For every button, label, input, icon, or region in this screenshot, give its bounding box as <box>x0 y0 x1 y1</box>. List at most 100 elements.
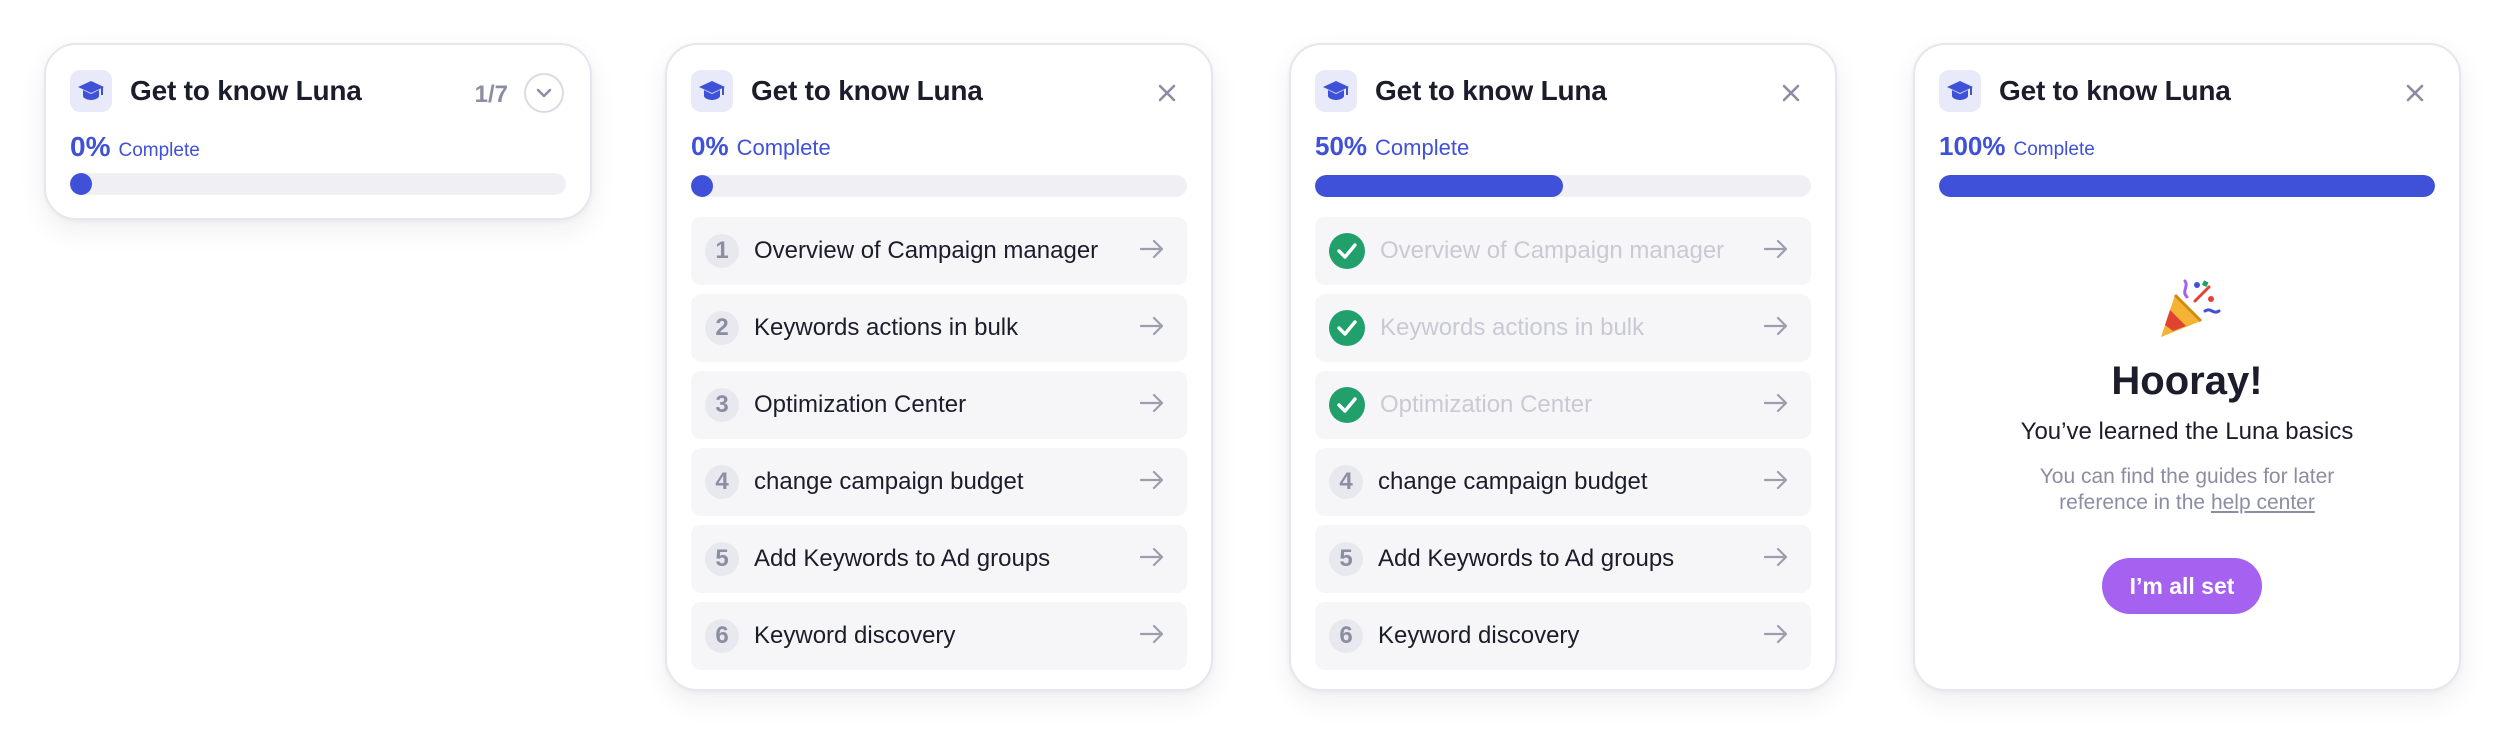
arrow-right-icon <box>1763 316 1789 341</box>
step-list: 1 Overview of Campaign manager 2 Keywords a… <box>691 217 1187 679</box>
help-center-link[interactable]: help center <box>2211 491 2315 514</box>
arrow-right-icon <box>1139 470 1165 495</box>
step-item[interactable]: 6 Keyword discovery <box>1315 602 1811 670</box>
progress-bar <box>70 173 566 195</box>
step-label: Keywords actions in bulk <box>754 314 1019 341</box>
progress-percent: 0% <box>70 131 111 162</box>
close-button[interactable] <box>1777 79 1805 107</box>
arrow-right-icon <box>1139 239 1165 264</box>
step-item[interactable]: 1 Overview of Campaign manager <box>691 217 1187 285</box>
close-icon <box>1782 84 1800 102</box>
widget-header: Get to know Luna <box>70 70 362 112</box>
step-item[interactable]: Overview of Campaign manager <box>1315 217 1811 285</box>
step-number: 6 <box>705 619 739 653</box>
graduation-cap-icon <box>1315 70 1357 112</box>
step-label: Keyword discovery <box>754 622 956 649</box>
progress-fill <box>70 173 92 195</box>
step-label: change campaign budget <box>754 468 1024 495</box>
celebration-hint: You can find the guides for later refere… <box>2007 464 2367 516</box>
progress-summary: 0% Complete <box>691 131 831 162</box>
graduation-cap-icon <box>70 70 112 112</box>
progress-complete-label: Complete <box>1375 135 1470 160</box>
celebration-subheading: You’ve learned the Luna basics <box>2020 418 2354 445</box>
step-label: Keywords actions in bulk <box>1380 314 1645 341</box>
step-number: 4 <box>1329 465 1363 499</box>
progress-complete-label: Complete <box>736 135 831 160</box>
step-number: 5 <box>705 542 739 576</box>
progress-bar <box>1315 175 1811 197</box>
progress-complete-label: Complete <box>2013 139 2095 160</box>
arrow-right-icon <box>1763 239 1789 264</box>
arrow-right-icon <box>1139 393 1165 418</box>
progress-complete-label: Complete <box>118 140 200 161</box>
step-item[interactable]: Keywords actions in bulk <box>1315 294 1811 362</box>
progress-fill <box>1939 175 2435 197</box>
expand-button[interactable] <box>524 73 564 113</box>
widget-title: Get to know Luna <box>751 75 983 106</box>
arrow-right-icon <box>1139 547 1165 572</box>
celebration-panel: Hooray! You’ve learned the Luna basics Y… <box>1915 273 2459 516</box>
close-icon <box>1158 84 1176 102</box>
arrow-right-icon <box>1763 624 1789 649</box>
graduation-cap-icon <box>1939 70 1981 112</box>
progress-percent: 100% <box>1939 131 2006 161</box>
arrow-right-icon <box>1139 624 1165 649</box>
arrow-right-icon <box>1763 393 1789 418</box>
step-number: 3 <box>705 388 739 422</box>
progress-summary: 100% Complete <box>1939 131 2095 162</box>
step-label: Add Keywords to Ad groups <box>754 545 1051 572</box>
step-item[interactable]: 6 Keyword discovery <box>691 602 1187 670</box>
widget-title: Get to know Luna <box>1375 75 1607 106</box>
step-item[interactable]: Optimization Center <box>1315 371 1811 439</box>
close-button[interactable] <box>1153 79 1181 107</box>
check-circle-icon <box>1329 233 1365 269</box>
progress-percent: 50% <box>1315 131 1368 161</box>
step-label: Optimization Center <box>1380 391 1593 418</box>
progress-percent: 0% <box>691 131 729 161</box>
all-set-button[interactable]: I’m all set <box>2102 558 2262 614</box>
step-label: Overview of Campaign manager <box>1380 237 1725 264</box>
step-item[interactable]: 4 change campaign budget <box>1315 448 1811 516</box>
step-item[interactable]: 5 Add Keywords to Ad groups <box>1315 525 1811 593</box>
step-number: 2 <box>705 311 739 345</box>
step-counter: 1/7 <box>474 81 508 108</box>
onboarding-widget-half-complete: Get to know Luna 50% Complete Overview o… <box>1289 43 1837 691</box>
celebration-heading: Hooray! <box>2111 359 2263 403</box>
step-number: 1 <box>705 234 739 268</box>
party-popper-icon <box>2161 279 2221 337</box>
step-label: Keyword discovery <box>1378 622 1580 649</box>
step-label: Add Keywords to Ad groups <box>1378 545 1675 572</box>
step-label: Optimization Center <box>754 391 967 418</box>
arrow-right-icon <box>1763 470 1789 495</box>
onboarding-widget-complete: Get to know Luna 100% Complete Hooray! Y… <box>1913 43 2461 691</box>
close-icon <box>2406 84 2424 102</box>
step-item[interactable]: 2 Keywords actions in bulk <box>691 294 1187 362</box>
step-number: 5 <box>1329 542 1363 576</box>
arrow-right-icon <box>1763 547 1789 572</box>
step-item[interactable]: 5 Add Keywords to Ad groups <box>691 525 1187 593</box>
progress-fill <box>691 175 713 197</box>
graduation-cap-icon <box>691 70 733 112</box>
widget-title: Get to know Luna <box>130 75 362 106</box>
onboarding-widget-collapsed: Get to know Luna 1/7 0% Complete <box>44 43 592 220</box>
step-number: 6 <box>1329 619 1363 653</box>
arrow-right-icon <box>1139 316 1165 341</box>
check-circle-icon <box>1329 387 1365 423</box>
close-button[interactable] <box>2401 79 2429 107</box>
check-circle-icon <box>1329 310 1365 346</box>
step-label: Overview of Campaign manager <box>754 237 1099 264</box>
step-number: 4 <box>705 465 739 499</box>
chevron-down-icon <box>536 88 552 98</box>
progress-summary: 50% Complete <box>1315 131 1469 162</box>
step-item[interactable]: 4 change campaign budget <box>691 448 1187 516</box>
widget-header: Get to know Luna <box>1315 70 1607 112</box>
step-item[interactable]: 3 Optimization Center <box>691 371 1187 439</box>
progress-fill <box>1315 175 1563 197</box>
progress-bar <box>1939 175 2435 197</box>
step-label: change campaign budget <box>1378 468 1648 495</box>
widget-header: Get to know Luna <box>691 70 983 112</box>
widget-header: Get to know Luna <box>1939 70 2231 112</box>
widget-title: Get to know Luna <box>1999 75 2231 106</box>
onboarding-widget-expanded: Get to know Luna 0% Complete 1 Overview o… <box>665 43 1213 691</box>
progress-summary: 0% Complete <box>70 131 200 163</box>
